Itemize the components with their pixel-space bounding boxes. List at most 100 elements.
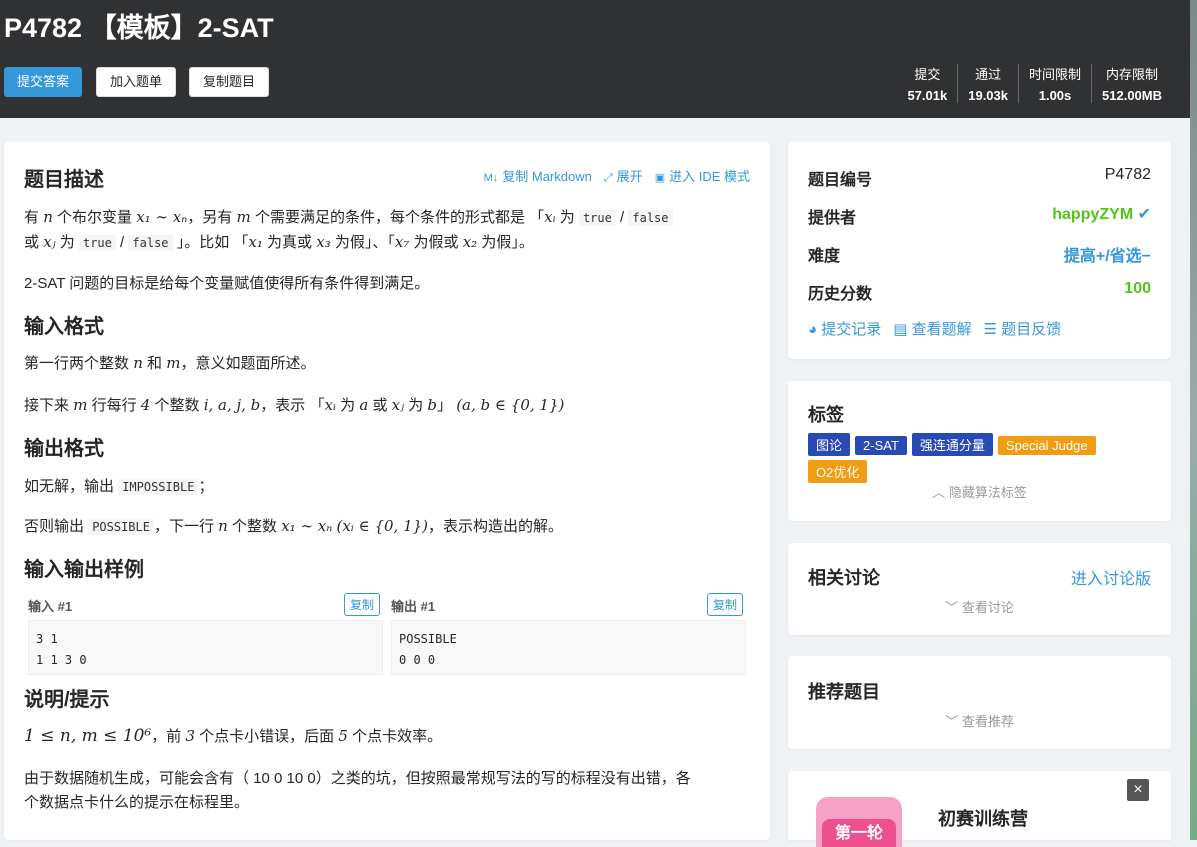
chevron-down-icon: ﹀ [945,600,959,615]
text: ，下一行 [153,518,214,535]
sample-line: POSSIBLE [399,632,457,646]
stat-value: 19.03k [968,88,1008,103]
book-icon: ▤ [893,321,908,338]
recommend-heading: 推荐题目 [808,682,880,702]
ide-mode-button[interactable]: ▣ 进入 IDE 模式 [655,166,750,185]
stat-label: 内存限制 [1106,67,1159,82]
text: 个需要满足的条件，每个条件的形式都是 「 [254,209,545,226]
tag[interactable]: Special Judge [997,436,1096,455]
markdown-icon: M↓ [483,172,499,184]
tag[interactable]: O2优化 [808,460,868,483]
expand-label: 展开 [616,169,643,184]
code: true [578,210,616,226]
list-icon: ☰ [983,321,998,338]
math: a [359,396,369,414]
problem-title: P4782 【模板】2-SAT [4,13,274,43]
view-solutions-link[interactable]: ▤ 查看题解 [893,318,971,339]
ide-mode-label: 进入 IDE 模式 [669,169,750,184]
text: 」。比如 「 [176,234,249,251]
sample-line: 3 1 [36,632,58,646]
discussion-board-link[interactable]: 进入讨论版 [1071,565,1151,589]
info-label: 历史分数 [808,286,873,303]
text: / [620,209,625,226]
tags-list: 图论 2-SAT 强连通分量 Special Judge O2优化 [808,433,1111,487]
math: x₂ [462,233,478,251]
promo-card[interactable]: 第一轮 初赛训练营 × [788,771,1171,847]
text: 个整数 [154,397,200,414]
view-discussion-toggle[interactable]: ﹀ 查看讨论 [788,597,1171,616]
output-format-heading: 输出格式 [24,438,104,460]
hint-paragraph-2-line-2: 个数据点卡什么的提示在标程里。 [24,794,250,811]
text: 为假」、「 [334,234,395,251]
code: true [78,235,116,251]
copy-input-button[interactable]: 复制 [344,593,381,616]
close-icon[interactable]: × [1127,779,1149,801]
text: 为真或 [267,234,313,251]
input-paragraph-2: 接下来 m 行每行 4 个整数 i, a, j, b，表示 「xᵢ 为 a 或 … [24,394,564,415]
tag[interactable]: 2-SAT [855,436,907,455]
hint-paragraph-1: 1 ≤ n, m ≤ 10⁶，前 3 个点卡小错误，后面 5 个点卡效率。 [24,725,442,746]
provider-name: happyZYM [1052,206,1134,223]
desc-paragraph-1: 有 n 个布尔变量 x₁ ∼ xₙ，另有 m 个需要满足的条件，每个条件的形式都… [24,206,673,227]
difficulty-value[interactable]: 提高+/省选− [1064,242,1151,266]
code: false [628,210,673,226]
stat-value: 1.00s [1038,88,1072,103]
feedback-link[interactable]: ☰ 题目反馈 [984,318,1062,339]
math: xᵢ [544,208,556,226]
code: false [128,235,173,251]
copy-markdown-label: 复制 Markdown [502,169,592,184]
sample-input-box[interactable]: 3 1 1 1 3 0 [28,620,383,675]
copy-problem-button[interactable]: 复制题目 [189,67,270,97]
desc-paragraph-1-cont: 或 xⱼ 为 true / false 」。比如 「x₁ 为真或 x₃ 为假」、… [24,231,534,252]
terminal-icon: ▣ [654,172,666,184]
math: 1 ≤ n, m ≤ 10⁶ [24,726,152,746]
add-to-list-button[interactable]: 加入题单 [96,67,177,97]
samples-heading: 输入输出样例 [24,559,144,581]
text: 接下来 [24,397,70,414]
text: 和 [147,355,163,372]
math: x₁ ∼ xₙ [281,517,333,535]
math: b [427,396,438,414]
info-row-provider: 提供者 happyZYM ✔ [808,204,1151,228]
info-label: 题目编号 [808,172,873,189]
stat-submissions: 提交 57.01k [897,64,957,103]
promo-title: 初赛训练营 [938,809,1028,829]
math: m [73,396,88,414]
text: 个整数 [232,518,278,535]
output-paragraph-1: 如无解，输出 IMPOSSIBLE； [24,475,213,496]
stat-time-limit: 时间限制 1.00s [1018,64,1091,103]
view-recommend-label: 查看推荐 [961,714,1014,729]
provider-link[interactable]: happyZYM ✔ [1052,204,1151,228]
expand-button[interactable]: ⤢ 展开 [604,166,643,185]
code: IMPOSSIBLE [118,479,199,495]
hide-tags-toggle[interactable]: ︿ 隐藏算法标签 [788,482,1171,501]
submission-records-link[interactable]: ◕ 提交记录 [808,318,881,339]
math: xᵢ [324,396,336,414]
text: ，表示 「 [260,397,325,414]
recommend-card: 推荐题目 ﹀ 查看推荐 [788,656,1171,749]
submit-button[interactable]: 提交答案 [4,67,83,97]
tag[interactable]: 强连通分量 [911,433,993,456]
link-label: 查看题解 [911,321,972,338]
tag[interactable]: 图论 [808,433,851,456]
math: n [218,517,228,535]
verified-icon: ✔ [1137,206,1151,223]
math: m [166,354,181,372]
copy-output-button[interactable]: 复制 [707,593,744,616]
text: 行每行 [91,397,137,414]
problem-header: P4782 【模板】2-SAT 提交答案 加入题单 复制题目 提交 57.01k … [0,0,1190,118]
text: 或 [372,397,388,414]
pie-chart-icon: ◕ [808,321,818,338]
math: n [43,208,53,226]
sample-input-label: 输入 #1 [28,599,73,614]
copy-markdown-button[interactable]: M↓ 复制 Markdown [484,166,592,185]
math: (xᵢ ∈ {0, 1}) [336,517,429,535]
view-discussion-label: 查看讨论 [961,600,1014,615]
info-row-difficulty: 难度 提高+/省选− [808,242,1151,266]
sample-output-box[interactable]: POSSIBLE 0 0 0 [391,620,746,675]
text: 如无解，输出 [24,478,115,495]
view-recommend-toggle[interactable]: ﹀ 查看推荐 [788,711,1171,730]
text: / [120,234,125,251]
problem-info-card: 题目编号 P4782 提供者 happyZYM ✔ 难度 提高+/省选− 历史分… [788,142,1171,359]
content-actions: M↓ 复制 Markdown ⤢ 展开 ▣ 进入 IDE 模式 [484,166,750,185]
